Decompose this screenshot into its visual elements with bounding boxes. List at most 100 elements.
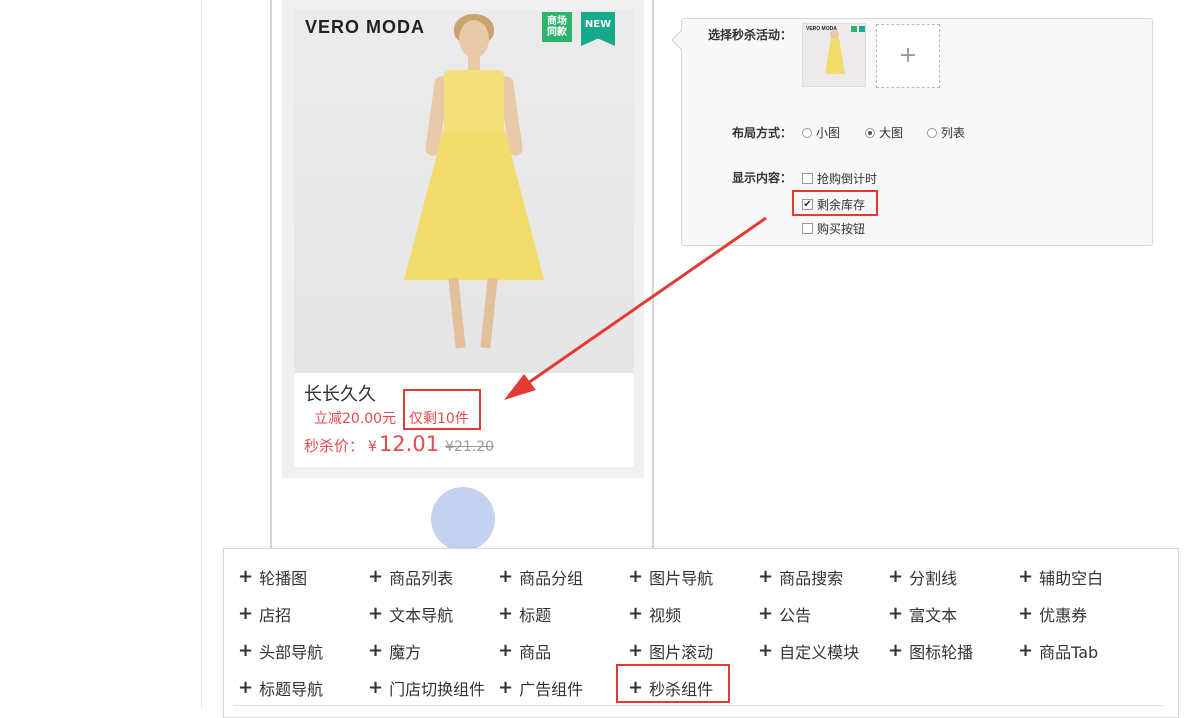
radio-selected-icon[interactable] <box>865 127 875 138</box>
palette-item-label: 辅助空白 <box>1039 569 1104 588</box>
remaining-stock-option-highlight <box>792 190 878 216</box>
palette-item-label: 头部导航 <box>259 643 324 662</box>
palette-item-label: 文本导航 <box>389 606 454 625</box>
currency-symbol: ¥ <box>368 439 377 455</box>
plus-icon: + <box>1018 603 1034 624</box>
palette-item[interactable]: + 商品列表 <box>368 565 453 589</box>
palette-item-label: 商品 <box>519 643 552 662</box>
plus-icon: + <box>238 677 254 698</box>
remaining-stock-text: 仅剩10件 <box>409 411 469 427</box>
plus-icon: + <box>498 677 514 698</box>
drag-handle[interactable] <box>431 487 495 551</box>
palette-item[interactable]: + 辅助空白 <box>1018 565 1103 589</box>
plus-icon: + <box>368 566 384 587</box>
plus-icon: + <box>1018 640 1034 661</box>
add-activity-button[interactable]: + <box>876 24 940 88</box>
plus-icon: + <box>498 566 514 587</box>
palette-item-label: 视频 <box>649 606 682 625</box>
activity-thumbnail[interactable]: VERO MODA <box>802 23 866 87</box>
panel-pointer-inner <box>673 31 682 49</box>
plus-icon: + <box>368 677 384 698</box>
plus-icon: + <box>758 603 774 624</box>
dress-skirt <box>404 130 544 280</box>
palette-item[interactable]: + 广告组件 <box>498 676 583 700</box>
plus-icon: + <box>888 640 904 661</box>
checkbox-icon[interactable] <box>802 173 813 184</box>
palette-item[interactable]: + 商品搜索 <box>758 565 843 589</box>
palette-item-label: 标题导航 <box>259 680 324 699</box>
layout-option-label: 小图 <box>816 126 841 140</box>
palette-item[interactable]: + 标题导航 <box>238 676 323 700</box>
product-image: VERO MODA 商场同款 NEW <box>294 10 634 373</box>
plus-icon: + <box>628 640 644 661</box>
product-title: 长长久久 <box>304 384 376 405</box>
palette-item-label: 图片滚动 <box>649 643 714 662</box>
palette-item[interactable]: + 富文本 <box>888 602 957 626</box>
buy-button-checkbox[interactable]: 购买按钮 <box>802 220 865 237</box>
palette-item[interactable]: + 图片导航 <box>628 565 713 589</box>
palette-item[interactable]: + 商品Tab <box>1018 639 1098 663</box>
checkbox-icon[interactable] <box>802 223 813 234</box>
plus-icon: + <box>628 603 644 624</box>
palette-item[interactable]: + 分割线 <box>888 565 957 589</box>
palette-item[interactable]: + 商品分组 <box>498 565 583 589</box>
radio-icon[interactable] <box>802 127 812 138</box>
palette-item[interactable]: + 优惠券 <box>1018 602 1087 626</box>
palette-item-label: 商品列表 <box>389 569 454 588</box>
palette-item[interactable]: + 轮播图 <box>238 565 307 589</box>
original-price: ¥21.20 <box>445 439 495 455</box>
palette-item[interactable]: + 文本导航 <box>368 602 453 626</box>
plus-icon: + <box>628 566 644 587</box>
layout-label: 布局方式： <box>732 126 793 140</box>
palette-item[interactable]: + 图标轮播 <box>888 639 973 663</box>
plus-icon: + <box>238 566 254 587</box>
layout-option-list[interactable]: 列表 <box>927 124 965 141</box>
select-activity-label: 选择秒杀活动： <box>708 28 793 42</box>
seckill-price-label: 秒杀价： <box>304 437 365 455</box>
palette-item[interactable]: + 公告 <box>758 602 811 626</box>
palette-item-label: 优惠券 <box>1039 606 1088 625</box>
palette-item-label: 图标轮播 <box>909 643 974 662</box>
mall-same-style-tag: 商场同款 <box>542 12 572 42</box>
palette-item[interactable]: + 店招 <box>238 602 291 626</box>
palette-item[interactable]: + 商品 <box>498 639 551 663</box>
model-leg-right <box>480 277 498 349</box>
plus-icon: + <box>758 566 774 587</box>
checkbox-label: 购买按钮 <box>817 222 866 236</box>
layout-option-small[interactable]: 小图 <box>802 124 840 141</box>
sidebar-divider <box>201 0 202 708</box>
palette-item-label: 轮播图 <box>259 569 308 588</box>
plus-icon: + <box>758 640 774 661</box>
thumbnail-model-head <box>830 30 839 39</box>
palette-item[interactable]: + 视频 <box>628 602 681 626</box>
layout-option-label: 列表 <box>941 126 966 140</box>
palette-item[interactable]: + 标题 <box>498 602 551 626</box>
price-row: 秒杀价： ¥ 12.01 ¥21.20 <box>304 432 494 456</box>
palette-item[interactable]: + 魔方 <box>368 639 421 663</box>
layout-option-label: 大图 <box>879 126 904 140</box>
palette-item[interactable]: + 头部导航 <box>238 639 323 663</box>
seckill-price: 12.01 <box>378 432 440 456</box>
brand-logo: VERO MODA <box>305 17 426 37</box>
palette-item-label: 广告组件 <box>519 680 584 699</box>
plus-icon: + <box>368 640 384 661</box>
checkbox-label: 抢购倒计时 <box>817 172 878 186</box>
plus-icon: + <box>498 603 514 624</box>
palette-item[interactable]: + 自定义模块 <box>758 639 859 663</box>
thumbnail-tag-new <box>859 26 865 32</box>
palette-item[interactable]: + 图片滚动 <box>628 639 713 663</box>
plus-icon: + <box>238 640 254 661</box>
countdown-checkbox[interactable]: 抢购倒计时 <box>802 170 877 187</box>
palette-item-label: 店招 <box>259 606 292 625</box>
plus-icon: + <box>368 603 384 624</box>
layout-option-large[interactable]: 大图 <box>865 124 903 141</box>
plus-icon: + <box>888 566 904 587</box>
palette-item[interactable]: + 门店切换组件 <box>368 676 485 700</box>
remaining-stock-highlight: 仅剩10件 <box>403 389 481 430</box>
palette-item-label: 图片导航 <box>649 569 714 588</box>
plus-icon: + <box>898 43 918 68</box>
plus-icon: + <box>498 640 514 661</box>
radio-icon[interactable] <box>927 127 937 138</box>
plus-icon: + <box>888 603 904 624</box>
palette-item-label: 富文本 <box>909 606 958 625</box>
